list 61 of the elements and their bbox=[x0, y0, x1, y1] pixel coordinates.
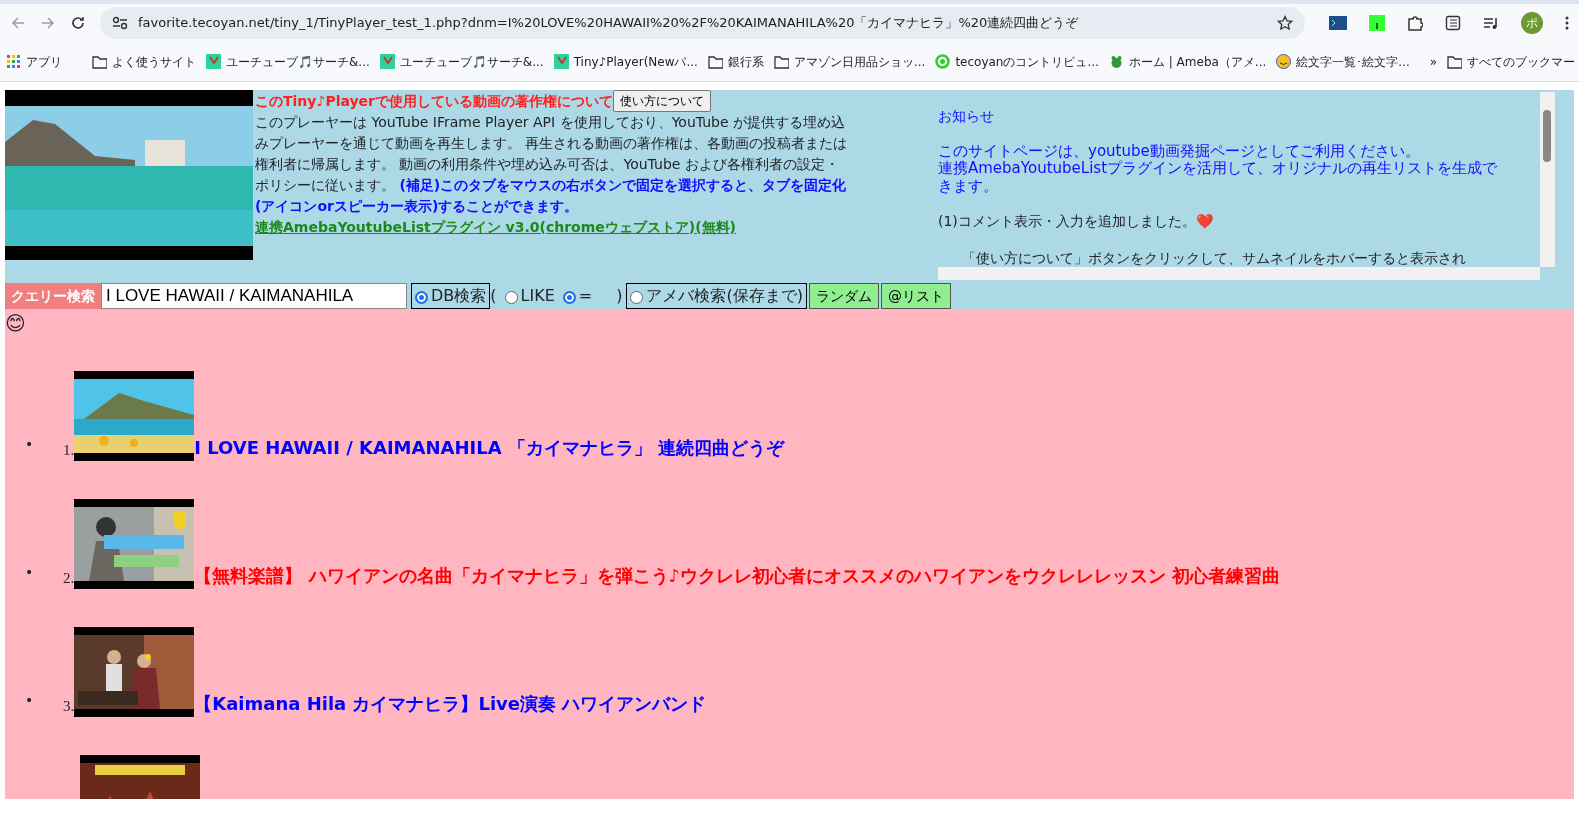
search-option[interactable]: DB検索 bbox=[411, 283, 491, 309]
folder-icon bbox=[707, 54, 723, 69]
search-field[interactable]: I LOVE HAWAII / KAIMANAHILA bbox=[101, 283, 407, 309]
site-icon bbox=[379, 54, 395, 69]
query-search-label: クエリー検索 bbox=[5, 283, 101, 309]
copyright-heading: このTiny♪Playerで使用している動画の著作権について bbox=[255, 91, 613, 111]
list-number: 1. bbox=[63, 440, 75, 460]
list-button[interactable]: @リスト bbox=[880, 283, 951, 309]
search-option[interactable]: アメバ検索(保存まで) bbox=[626, 283, 807, 309]
bookmark[interactable]: ユーチューブ🎵サーチ&... bbox=[379, 52, 544, 71]
bookmark[interactable]: tecoyanのコントリビュ... bbox=[935, 52, 1099, 71]
notice-text: このサイトページは、youtube動画発掘ページとしてご利用ください。 連携AmebaYoutubeListプラグインを活用して、オリジナルの再生リストを生成できます。 bbox=[938, 143, 1499, 195]
apps-grid-icon bbox=[6, 54, 21, 69]
search-option[interactable]: = bbox=[562, 283, 593, 309]
smiley-emoji: 😊 bbox=[5, 313, 27, 333]
site-icon bbox=[206, 54, 221, 69]
more-menu-icon[interactable] bbox=[1565, 16, 1569, 30]
bookmark-star-icon[interactable] bbox=[1277, 15, 1293, 31]
howto-button[interactable]: 使い方について bbox=[613, 90, 711, 112]
folder-icon bbox=[773, 54, 789, 69]
video-title-link[interactable]: I LOVE HAWAII / KAIMANAHILA 「カイマナヒラ」 連続四曲どうぞ bbox=[194, 434, 785, 461]
extension-icon[interactable] bbox=[1369, 15, 1385, 31]
notice-detail: 「使い方について」ボタンをクリックして、サムネイルをホバーすると表示され bbox=[961, 248, 1467, 267]
folder-icon bbox=[92, 54, 107, 69]
folder-icon bbox=[1447, 54, 1463, 69]
search-option[interactable]: LIKE bbox=[504, 283, 555, 309]
more-bookmarks-button[interactable]: » bbox=[1429, 52, 1438, 71]
copyright-paragraph: このプレーヤーは YouTube IFrame Player API を使用しており、YouTube が提供する埋め込みプレーヤーを通じて動画を再生します。 再生される動画の著作権は、各動画の投稿者または権利者に帰属します。 動画の利用条件や埋め込み可否は、YouTube および各権利者の設定・ポリシーに従います。 (補足)このタブをマウスの右ボタンで固定を選択すると、タブを固定化(アイコンorスピーカー表示)することができます。 bbox=[255, 113, 848, 216]
bookmark[interactable]: Tiny♪Player(Newパ... bbox=[553, 52, 698, 71]
bookmark[interactable]: 絵文字一覧･絵文字... bbox=[1276, 52, 1410, 71]
puzzle-icon[interactable] bbox=[1407, 15, 1423, 31]
terminal-icon[interactable] bbox=[1329, 16, 1347, 30]
bookmark[interactable]: ユーチューブ🎵サーチ&... bbox=[206, 52, 370, 71]
address-bar[interactable]: favorite.tecoyan.net/tiny_1/TinyPlayer_test_1.php?dnm=I%20LOVE%20HAWAII%20%2F%20KAIMANAHILA%20「カイマナヒラ」%20連続四曲どうぞ bbox=[100, 7, 1305, 39]
bookmark[interactable]: アマゾン日用品ショッ... bbox=[773, 52, 926, 71]
site-icon bbox=[553, 54, 569, 69]
bookmark[interactable]: ホーム | Ameba（アメ... bbox=[1108, 52, 1267, 71]
bookmark[interactable]: よく使うサイト bbox=[92, 52, 196, 71]
parenthesis: ( bbox=[490, 285, 497, 307]
reload-icon[interactable] bbox=[70, 15, 86, 31]
list-number: 2. bbox=[63, 568, 75, 588]
list-number: 3. bbox=[63, 696, 75, 716]
site-settings-icon[interactable] bbox=[112, 16, 128, 30]
smiley-icon bbox=[1276, 54, 1292, 69]
video-title-link[interactable]: 【Kaimana Hila カイマナヒラ】Live演奏 ハワイアンバンド bbox=[194, 690, 707, 717]
bullet: • bbox=[25, 435, 35, 454]
bullet: • bbox=[25, 691, 35, 710]
horizontal-scrollbar[interactable] bbox=[938, 267, 1540, 280]
media-icon[interactable] bbox=[1483, 16, 1499, 30]
random-button[interactable]: ランダム bbox=[808, 283, 879, 309]
reading-list-icon[interactable] bbox=[1445, 15, 1461, 31]
parenthesis: ) bbox=[616, 285, 623, 307]
bookmark[interactable]: アプリ bbox=[6, 52, 62, 71]
vertical-scrollbar[interactable] bbox=[1540, 92, 1555, 267]
notice-item: (1)コメント表示・入力を追加しました。❤ bbox=[938, 211, 1214, 231]
ring-icon bbox=[935, 54, 951, 69]
bullet: • bbox=[25, 563, 35, 582]
url-text: favorite.tecoyan.net/tiny_1/TinyPlayer_test_1.php?dnm=I%20LOVE%20HAWAII%20%2F%20KAIMANAHILA%20「カイマナヒラ」%20連続四曲どうぞ bbox=[138, 14, 1080, 33]
notice-title: お知らせ bbox=[938, 107, 995, 126]
bookmark[interactable]: すべてのブックマー bbox=[1447, 52, 1576, 71]
bookmark[interactable]: 銀行系 bbox=[707, 52, 764, 71]
